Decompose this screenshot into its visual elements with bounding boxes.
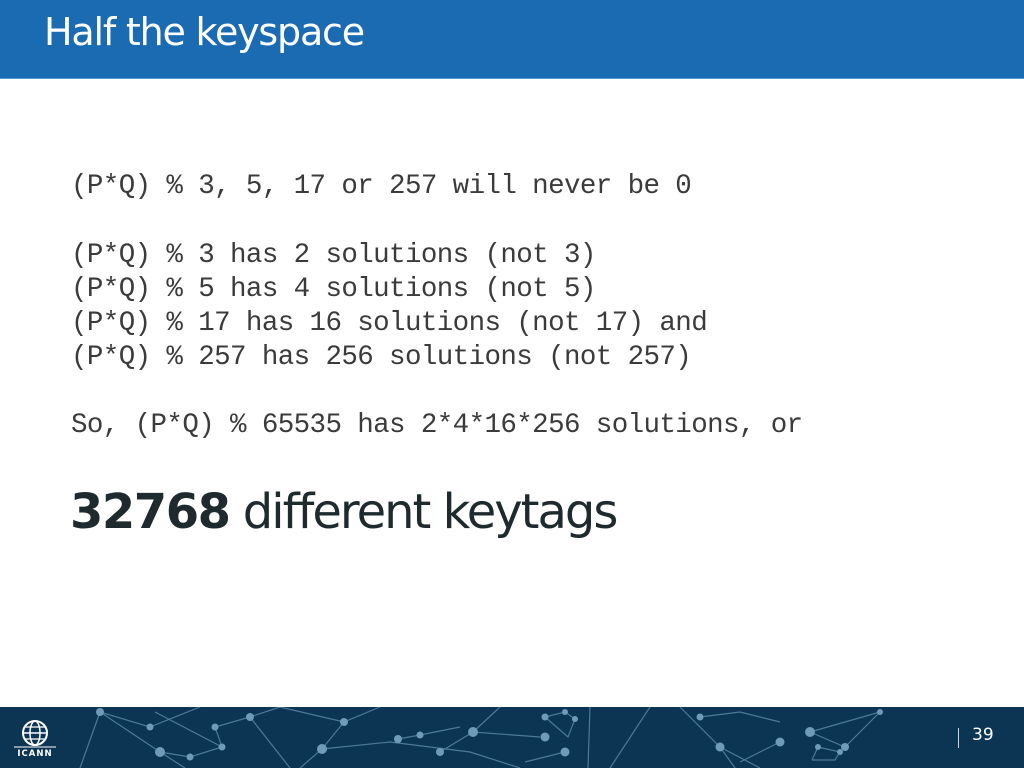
body-line: So, (P*Q) % 65535 has 2*4*16*256 solutio… — [71, 410, 803, 441]
conclusion-number: 32768 — [70, 484, 231, 540]
page-separator — [958, 728, 959, 748]
conclusion: 32768 different keytags — [70, 482, 619, 542]
network-graphic — [79, 707, 883, 768]
body-line: (P*Q) % 257 has 256 solutions (not 257) — [71, 342, 692, 373]
body-line: (P*Q) % 5 has 4 solutions (not 5) — [71, 274, 596, 305]
body-line: (P*Q) % 3, 5, 17 or 257 will never be 0 — [71, 171, 692, 202]
page-number: 39 — [972, 725, 994, 745]
conclusion-text: different keytags — [229, 484, 619, 540]
logo-text: ICANN — [17, 749, 53, 759]
title-bar: Half the keyspace — [0, 0, 1024, 79]
body-line: (P*Q) % 17 has 16 solutions (not 17) and — [71, 308, 708, 339]
footer: ICANN 39 — [0, 707, 1024, 768]
slide-title: Half the keyspace — [44, 10, 365, 54]
body-line: (P*Q) % 3 has 2 solutions (not 3) — [71, 240, 596, 271]
